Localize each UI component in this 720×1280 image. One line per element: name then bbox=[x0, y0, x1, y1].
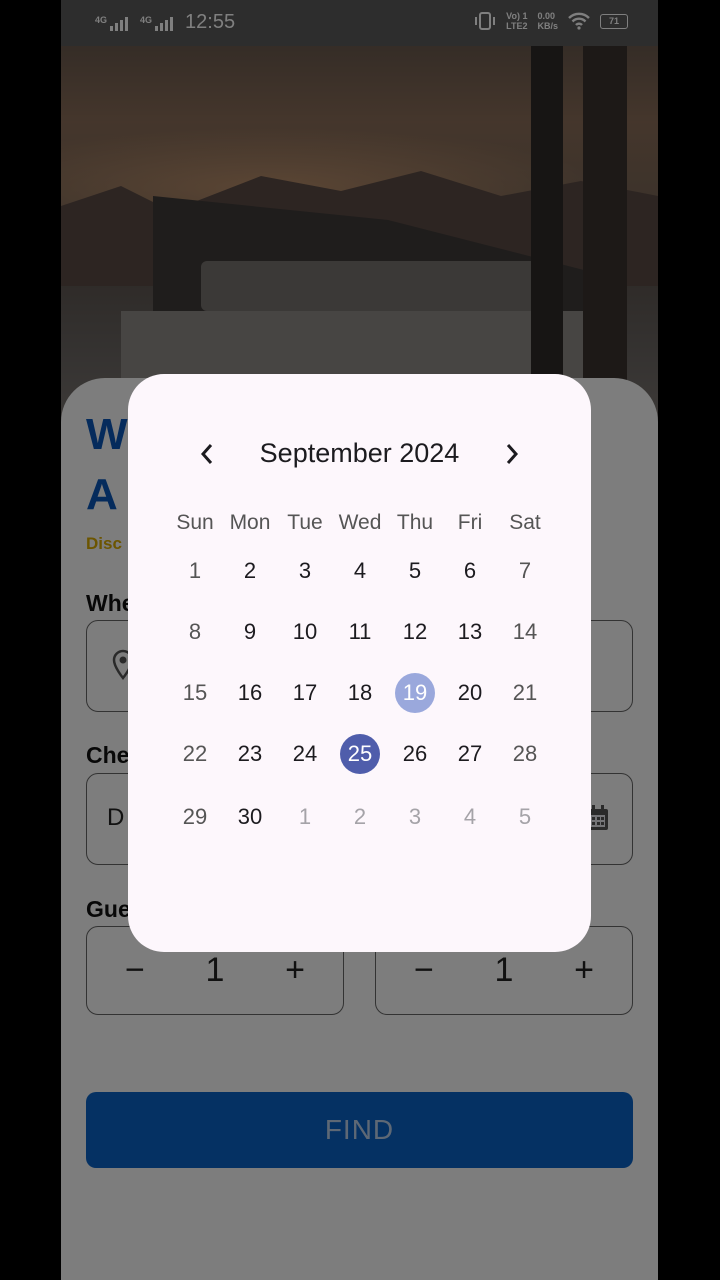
calendar-day[interactable]: 18 bbox=[340, 673, 380, 713]
calendar-day[interactable]: 20 bbox=[450, 673, 490, 713]
calendar-day[interactable]: 1 bbox=[175, 551, 215, 591]
calendar-day[interactable]: 27 bbox=[450, 734, 490, 774]
weekday-header: Thu bbox=[396, 511, 434, 534]
calendar-header: September 2024 bbox=[128, 434, 591, 474]
calendar-day[interactable]: 10 bbox=[285, 612, 325, 652]
calendar-day[interactable]: 7 bbox=[505, 551, 545, 591]
chevron-right-icon bbox=[506, 444, 519, 464]
calendar-day[interactable]: 29 bbox=[175, 797, 215, 837]
weekday-header: Sat bbox=[509, 511, 541, 534]
calendar-day-outside-month: 3 bbox=[408, 804, 422, 829]
calendar-day[interactable]: 8 bbox=[175, 612, 215, 652]
calendar-day[interactable]: 6 bbox=[450, 551, 490, 591]
weekday-header: Sun bbox=[176, 511, 214, 534]
calendar-day-outside-month: 2 bbox=[353, 804, 367, 829]
calendar-day[interactable]: 15 bbox=[175, 673, 215, 713]
calendar-day[interactable]: 12 bbox=[395, 612, 435, 652]
calendar-day[interactable]: 22 bbox=[175, 734, 215, 774]
calendar-day[interactable]: 21 bbox=[505, 673, 545, 713]
calendar-day[interactable]: 3 bbox=[285, 551, 325, 591]
weekday-header: Fri bbox=[457, 511, 483, 534]
calendar-day[interactable]: 2 bbox=[230, 551, 270, 591]
calendar-day[interactable]: 23 bbox=[230, 734, 270, 774]
calendar-day-outside-month: 4 bbox=[463, 804, 477, 829]
calendar-day[interactable]: 26 bbox=[395, 734, 435, 774]
calendar-day-today[interactable]: 19 bbox=[395, 673, 435, 713]
calendar-day[interactable]: 13 bbox=[450, 612, 490, 652]
weekday-header: Wed bbox=[338, 511, 382, 534]
calendar-day[interactable]: 17 bbox=[285, 673, 325, 713]
weekday-header: Mon bbox=[229, 511, 271, 534]
calendar-day[interactable]: 5 bbox=[395, 551, 435, 591]
date-picker-dialog: September 2024 Sun Mon Tue Wed Thu Fri Sat 1 2 3 4… bbox=[128, 374, 591, 952]
weekday-header: Tue bbox=[287, 511, 323, 534]
next-month-button[interactable] bbox=[492, 434, 532, 474]
calendar-day[interactable]: 16 bbox=[230, 673, 270, 713]
calendar-day[interactable]: 9 bbox=[230, 612, 270, 652]
calendar-day-outside-month: 5 bbox=[518, 804, 532, 829]
calendar-day-outside-month: 1 bbox=[298, 804, 312, 829]
calendar-day[interactable]: 14 bbox=[505, 612, 545, 652]
calendar-day-selected[interactable]: 25 bbox=[340, 734, 380, 774]
calendar-day[interactable]: 30 bbox=[230, 797, 270, 837]
calendar-day[interactable]: 11 bbox=[340, 612, 380, 652]
calendar-day[interactable]: 28 bbox=[505, 734, 545, 774]
calendar-day[interactable]: 4 bbox=[340, 551, 380, 591]
calendar-day[interactable]: 24 bbox=[285, 734, 325, 774]
